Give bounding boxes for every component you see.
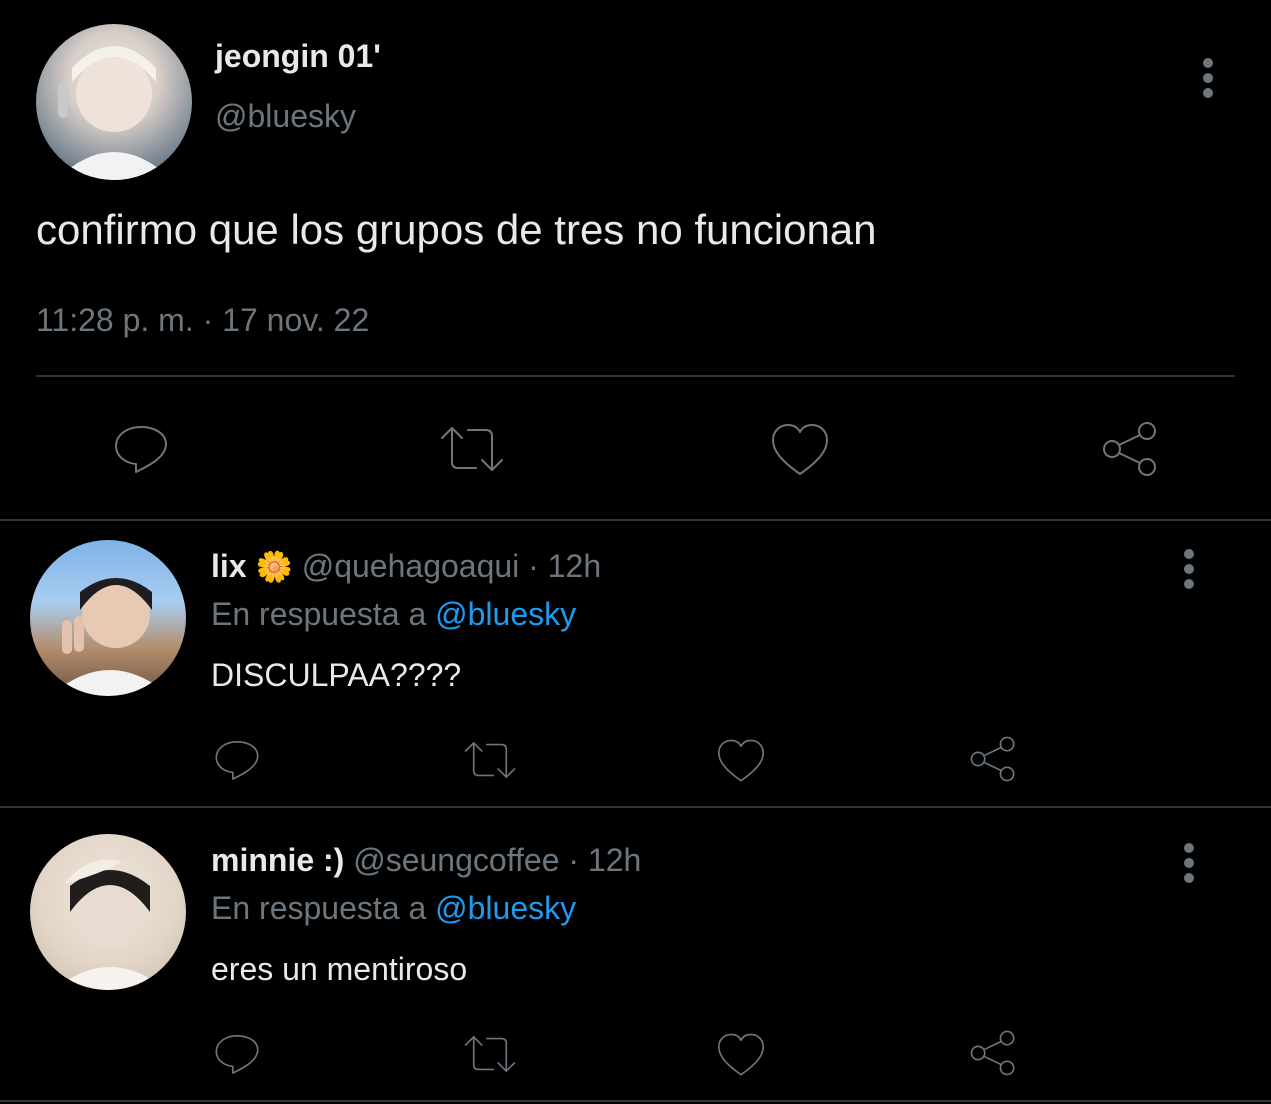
handle[interactable]: @bluesky [215, 98, 356, 135]
flower-emoji: 🌼 [255, 551, 293, 584]
display-name[interactable]: jeongin 01' [215, 38, 381, 75]
share-icon[interactable] [968, 735, 1018, 783]
divider [0, 806, 1271, 808]
display-name[interactable]: lix [211, 548, 247, 584]
handle[interactable]: @seungcoffee [353, 842, 559, 878]
reply-text: eres un mentiroso [211, 951, 468, 987]
display-name[interactable]: minnie :) [211, 842, 344, 878]
reply-prefix: En respuesta a [211, 596, 427, 632]
share-icon[interactable] [968, 1029, 1018, 1077]
avatar[interactable] [36, 24, 192, 180]
reply-to-link[interactable]: @bluesky [435, 596, 576, 632]
divider [0, 1100, 1271, 1102]
reply-prefix: En respuesta a [211, 890, 427, 926]
reply-header: lix 🌼 @quehagoaqui · 12h [211, 548, 601, 585]
handle[interactable]: @quehagoaqui [302, 548, 520, 584]
divider [36, 375, 1235, 377]
retweet-icon[interactable] [462, 738, 518, 782]
reply-context: En respuesta a @bluesky [211, 596, 576, 633]
like-icon[interactable] [716, 1032, 766, 1078]
more-icon[interactable] [1179, 549, 1199, 594]
reply-to-link[interactable]: @bluesky [435, 890, 576, 926]
tweet-timestamp[interactable]: 11:28 p. m. · 17 nov. 22 [36, 302, 369, 339]
retweet-icon[interactable] [462, 1032, 518, 1076]
share-icon[interactable] [1100, 420, 1160, 478]
reply-text: DISCULPAA???? [211, 657, 462, 693]
reply-context: En respuesta a @bluesky [211, 890, 576, 927]
retweet-icon[interactable] [438, 422, 506, 476]
separator: · [528, 548, 539, 584]
reply-time[interactable]: 12h [588, 842, 641, 878]
reply-icon[interactable] [213, 1030, 261, 1078]
like-icon[interactable] [770, 422, 830, 478]
avatar[interactable] [30, 540, 186, 696]
reply-icon[interactable] [112, 420, 170, 478]
reply-header: minnie :) @seungcoffee · 12h [211, 842, 641, 879]
reply-time[interactable]: 12h [548, 548, 601, 584]
separator: · [568, 842, 580, 878]
tweet-text: confirmo que los grupos de tres no funci… [36, 206, 877, 253]
avatar[interactable] [30, 834, 186, 990]
more-icon[interactable] [1179, 843, 1199, 888]
divider [0, 519, 1271, 521]
like-icon[interactable] [716, 738, 766, 784]
reply-icon[interactable] [213, 736, 261, 784]
more-icon[interactable] [1198, 58, 1218, 103]
